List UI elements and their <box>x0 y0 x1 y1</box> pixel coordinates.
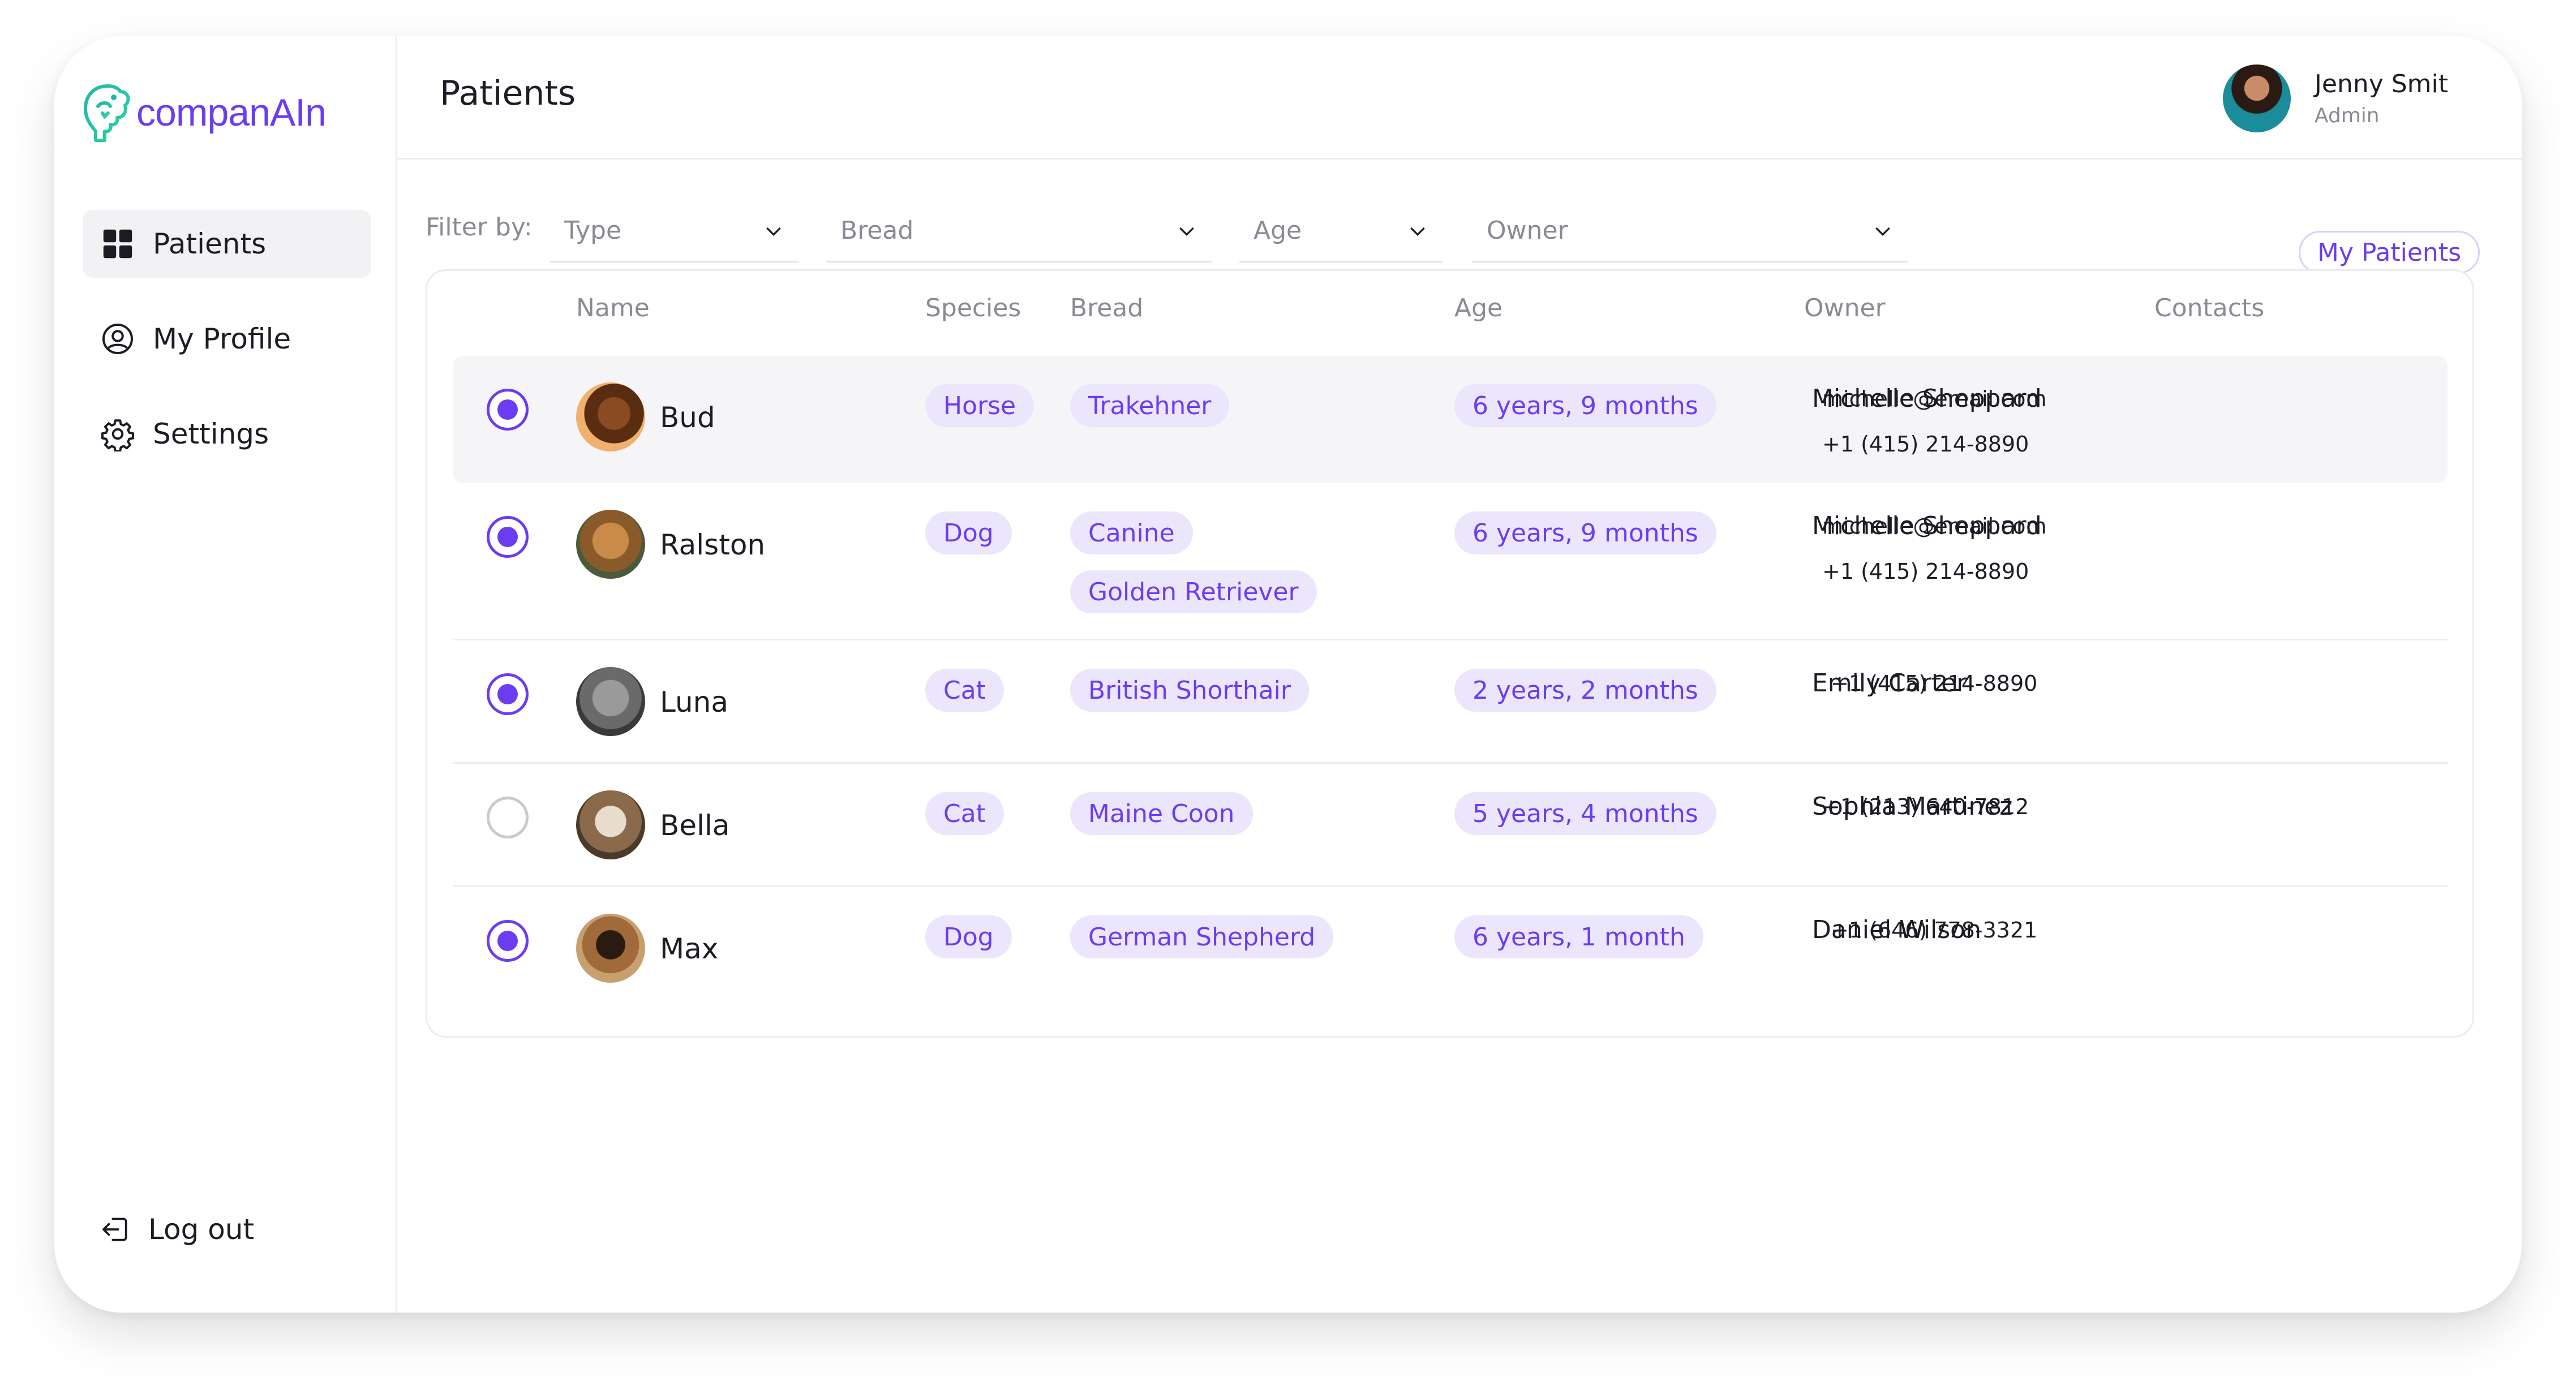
age-filter-value: Age <box>1253 216 1302 245</box>
pet-avatar <box>576 790 645 859</box>
contact-email[interactable]: michelle@email.com <box>1822 386 2046 411</box>
logout-label: Log out <box>148 1213 255 1246</box>
type-filter-select[interactable]: Type <box>550 200 799 263</box>
grid-icon <box>101 227 135 261</box>
table-row[interactable]: Ralston Dog Canine Golden Retriever 6 ye… <box>453 483 2448 640</box>
owner-filter-select[interactable]: Owner <box>1472 200 1908 263</box>
logout-button[interactable]: Log out <box>100 1213 254 1246</box>
breed-tag: British Shorthair <box>1070 669 1310 712</box>
avatar <box>2222 64 2291 132</box>
pet-avatar <box>576 914 645 983</box>
column-header-age[interactable]: Age <box>1454 294 1502 322</box>
column-header-species[interactable]: Species <box>925 294 1021 322</box>
table-row[interactable]: Luna Cat British Shorthair 2 years, 2 mo… <box>453 640 2448 764</box>
species-tag: Cat <box>925 669 1004 712</box>
bread-filter-select[interactable]: Bread <box>826 200 1212 263</box>
species-tag: Cat <box>925 792 1004 835</box>
pet-avatar <box>576 510 645 579</box>
row-select-radio[interactable] <box>487 673 529 715</box>
sidebar-item-patients[interactable]: Patients <box>83 210 371 278</box>
species-tag: Dog <box>925 915 1012 958</box>
sidebar-item-label: Settings <box>153 418 269 450</box>
row-select-radio[interactable] <box>487 389 529 431</box>
pet-name: Luna <box>660 686 728 719</box>
sidebar-nav: Patients My Profile Settings <box>83 210 371 495</box>
sidebar-item-label: Patients <box>153 227 267 260</box>
my-patients-button[interactable]: My Patients <box>2298 231 2480 274</box>
breed-tag: Golden Retriever <box>1070 570 1317 613</box>
sidebar-item-label: My Profile <box>153 322 291 355</box>
age-tag: 6 years, 9 months <box>1454 511 1716 554</box>
contact-email[interactable]: michelle@email.com <box>1822 514 2046 539</box>
bread-filter-value: Bread <box>840 216 914 245</box>
column-header-bread[interactable]: Bread <box>1070 294 1143 322</box>
filter-label: Filter by: <box>426 213 533 242</box>
breed-tag: Canine <box>1070 511 1193 554</box>
main-content: Patients Jenny Smit Admin Filter by: Typ… <box>397 36 2522 1313</box>
column-header-owner[interactable]: Owner <box>1804 294 1886 322</box>
user-circle-icon <box>101 322 135 356</box>
logo-icon <box>84 84 130 142</box>
chevron-down-icon <box>1410 227 1425 236</box>
age-tag: 6 years, 9 months <box>1454 384 1716 427</box>
table-row[interactable]: Bella Cat Maine Coon 5 years, 4 months S… <box>453 764 2448 887</box>
chevron-down-icon <box>1875 227 1890 236</box>
top-bar: Patients Jenny Smit Admin <box>397 36 2522 160</box>
filter-bar: Filter by: Type Bread Age Owner My Patie… <box>397 200 2522 274</box>
table-row[interactable]: Bud Horse Trakehner 6 years, 9 months Mi… <box>453 356 2448 483</box>
chevron-down-icon <box>1179 227 1194 236</box>
age-tag: 6 years, 1 month <box>1454 915 1703 958</box>
contact-phone[interactable]: +1 (415) 214-8890 <box>1831 671 2037 696</box>
page-title: Patients <box>440 74 576 113</box>
app-window: companAIn Patients My Profile Settings L… <box>54 36 2522 1313</box>
pet-name: Ralston <box>660 528 766 561</box>
column-header-contacts[interactable]: Contacts <box>2154 294 2264 322</box>
pet-name: Bella <box>660 809 730 842</box>
patients-table: Name Species Bread Age Owner Contacts Bu… <box>426 269 2474 1038</box>
breed-tag: Trakehner <box>1070 384 1230 427</box>
age-tag: 2 years, 2 months <box>1454 669 1716 712</box>
column-header-name[interactable]: Name <box>576 294 650 322</box>
contact-phone[interactable]: +1 (415) 214-8890 <box>1822 432 2029 457</box>
breed-tag: German Shepherd <box>1070 915 1334 958</box>
species-tag: Horse <box>925 384 1034 427</box>
table-row[interactable]: Max Dog German Shepherd 6 years, 1 month… <box>453 887 2448 1010</box>
user-role: Admin <box>2314 104 2380 127</box>
logo[interactable]: companAIn <box>80 81 327 144</box>
sidebar: companAIn Patients My Profile Settings L… <box>54 36 397 1313</box>
contact-phone[interactable]: +1 (213) 640-7812 <box>1822 794 2029 819</box>
species-tag: Dog <box>925 511 1012 554</box>
breed-tag: Maine Coon <box>1070 792 1253 835</box>
logo-text: companAIn <box>136 91 327 134</box>
pet-avatar <box>576 382 645 451</box>
owner-filter-value: Owner <box>1487 216 1568 245</box>
sidebar-item-my-profile[interactable]: My Profile <box>83 305 371 373</box>
contact-phone[interactable]: +1 (415) 214-8890 <box>1822 559 2029 584</box>
pet-name: Max <box>660 932 719 965</box>
row-select-radio[interactable] <box>487 797 529 838</box>
chevron-down-icon <box>766 227 781 236</box>
gear-icon <box>101 417 135 451</box>
sidebar-item-settings[interactable]: Settings <box>83 400 371 468</box>
pet-avatar <box>576 667 645 736</box>
age-filter-select[interactable]: Age <box>1239 200 1443 263</box>
table-header: Name Species Bread Age Owner Contacts <box>427 294 2472 333</box>
row-select-radio[interactable] <box>487 516 529 558</box>
logout-icon <box>100 1214 131 1245</box>
age-tag: 5 years, 4 months <box>1454 792 1716 835</box>
pet-name: Bud <box>660 401 715 434</box>
user-name: Jenny Smit <box>2314 70 2448 98</box>
type-filter-value: Type <box>564 216 622 245</box>
contact-phone[interactable]: +1 (646) 778-3321 <box>1831 918 2037 943</box>
user-menu[interactable]: Jenny Smit Admin <box>2222 64 2448 132</box>
row-select-radio[interactable] <box>487 920 529 962</box>
